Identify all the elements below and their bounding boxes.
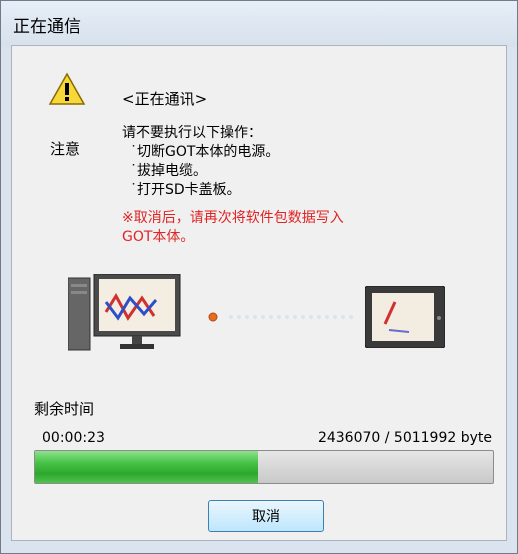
got-panel-icon [365, 286, 445, 348]
communication-dialog: 正在通信 注意 <正在通讯> 请不要执行以下操作： ˙切断GOT本体的电源。 ˙… [0, 0, 518, 554]
window-title: 正在通信 [13, 17, 81, 37]
instruction-intro: 请不要执行以下操作： [122, 125, 262, 141]
dialog-body: 注意 <正在通讯> 请不要执行以下操作： ˙切断GOT本体的电源。 ˙拔掉电缆。… [11, 45, 507, 541]
remaining-time-value: 00:00:23 [42, 430, 105, 446]
note-label: 注意 [50, 140, 81, 158]
computer-icon [68, 274, 181, 351]
progress-bar-fill [35, 451, 258, 483]
cancel-warning: ※取消后，请再次将软件包数据写入 GOT本体。 [122, 209, 344, 247]
instructions: 请不要执行以下操作： ˙切断GOT本体的电源。 ˙拔掉电缆。 ˙打开SD卡盖板。 [122, 124, 279, 200]
title-bar: 正在通信 [1, 1, 517, 47]
remaining-time-label: 剩余时间 [34, 400, 95, 418]
instruction-item: ˙拔掉电缆。 [130, 163, 207, 179]
bytes-transferred: 2436070 / 5011992 byte [317, 430, 492, 446]
instruction-item: ˙切断GOT本体的电源。 [130, 144, 280, 160]
cancel-warning-line: ※取消后，请再次将软件包数据写入 [122, 210, 344, 226]
cancel-button[interactable]: 取消 [208, 500, 324, 532]
communication-heading: <正在通讯> [122, 90, 208, 108]
instruction-item: ˙打开SD卡盖板。 [130, 182, 241, 198]
transfer-indicator [208, 312, 353, 322]
warning-triangle-icon [48, 72, 86, 105]
progress-bar [34, 450, 494, 484]
cancel-warning-line: GOT本体。 [122, 229, 195, 245]
